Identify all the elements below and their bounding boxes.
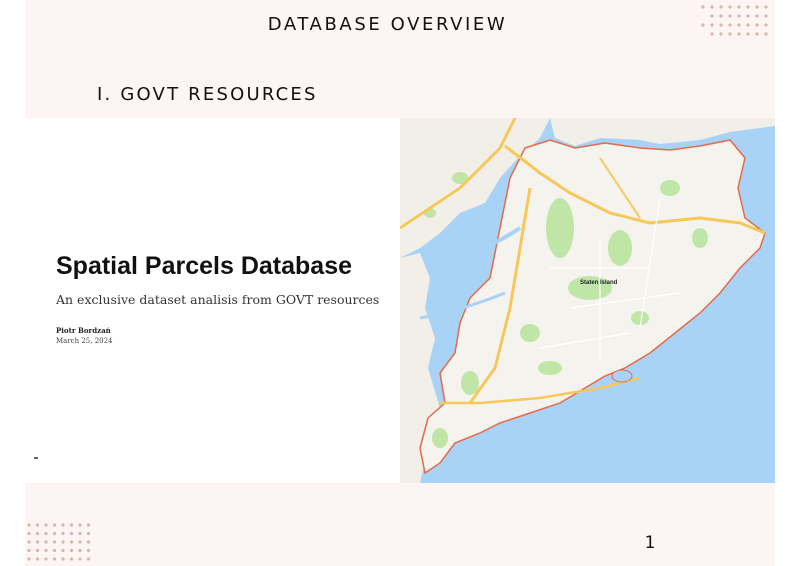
decorative-mark — [34, 457, 38, 459]
decorative-dot — [746, 5, 749, 8]
decorative-dot — [36, 549, 39, 552]
decorative-dot — [728, 5, 731, 8]
decorative-dot — [701, 5, 704, 8]
decorative-dot — [70, 532, 73, 535]
decorative-dot — [70, 549, 73, 552]
decorative-dot — [719, 23, 722, 26]
map-park — [538, 361, 562, 375]
decorative-dot — [746, 32, 749, 35]
map-harbor — [612, 370, 632, 382]
decorative-dot — [53, 532, 56, 535]
decorative-dot — [53, 523, 56, 526]
decorative-dot — [70, 540, 73, 543]
decorative-dot — [87, 523, 90, 526]
decorative-dot — [44, 557, 47, 560]
map-park — [520, 324, 540, 342]
map-park — [461, 371, 479, 395]
page-number: 1 — [640, 533, 660, 553]
decorative-dot — [44, 532, 47, 535]
decorative-dot — [78, 557, 81, 560]
page-title: DATABASE OVERVIEW — [25, 14, 750, 35]
document-subtitle: An exclusive dataset analisis from GOVT … — [56, 292, 379, 307]
decorative-dot — [719, 5, 722, 8]
decorative-dot — [70, 557, 73, 560]
decorative-dot — [755, 23, 758, 26]
decorative-dot — [70, 523, 73, 526]
decorative-dot — [719, 14, 722, 17]
decorative-dot — [61, 540, 64, 543]
decorative-dot — [728, 23, 731, 26]
map-park — [432, 428, 448, 448]
map-park — [608, 230, 632, 266]
document-author: Piotr Bordzań — [56, 326, 111, 335]
decorative-dot — [710, 5, 713, 8]
decorative-dot — [728, 32, 731, 35]
decorative-dot — [746, 14, 749, 17]
decorative-dot — [719, 32, 722, 35]
decorative-dot — [27, 523, 30, 526]
decorative-dot — [61, 557, 64, 560]
map-park — [660, 180, 680, 196]
decorative-dot — [44, 549, 47, 552]
decorative-dot — [87, 532, 90, 535]
decorative-dot — [746, 23, 749, 26]
decorative-dot — [44, 540, 47, 543]
decorative-dot — [737, 32, 740, 35]
document-date: March 25, 2024 — [56, 337, 113, 345]
decorative-dot — [764, 32, 767, 35]
decorative-dot — [27, 532, 30, 535]
decorative-dot — [61, 549, 64, 552]
decorative-dot — [701, 23, 704, 26]
decorative-dot — [44, 523, 47, 526]
decorative-dot — [78, 532, 81, 535]
section-title: I. GOVT RESOURCES — [97, 84, 318, 105]
map-image: Staten Island — [400, 118, 775, 483]
decorative-dot — [36, 532, 39, 535]
decorative-dot — [737, 14, 740, 17]
decorative-dot — [78, 549, 81, 552]
decorative-dot — [61, 532, 64, 535]
decorative-dot — [36, 557, 39, 560]
decorative-dot — [755, 14, 758, 17]
decorative-dot — [710, 23, 713, 26]
decorative-dot — [53, 549, 56, 552]
decorative-dot — [764, 14, 767, 17]
decorative-dot — [36, 540, 39, 543]
map-park — [631, 311, 649, 325]
map-place-label: Staten Island — [580, 280, 618, 286]
decorative-dot — [764, 23, 767, 26]
decorative-dot — [61, 523, 64, 526]
staten-island-map: Staten Island — [400, 118, 775, 483]
decorative-dot — [87, 557, 90, 560]
decorative-dots-top-right — [700, 4, 776, 38]
decorative-dots-bottom-left — [26, 522, 100, 566]
decorative-dot — [36, 523, 39, 526]
map-park — [692, 228, 708, 248]
document-title: Spatial Parcels Database — [56, 252, 352, 281]
decorative-dot — [764, 5, 767, 8]
decorative-dot — [27, 540, 30, 543]
map-park — [546, 198, 574, 258]
decorative-dot — [87, 549, 90, 552]
decorative-dot — [710, 32, 713, 35]
decorative-dot — [27, 549, 30, 552]
decorative-dot — [53, 557, 56, 560]
decorative-dot — [87, 540, 90, 543]
decorative-dot — [710, 14, 713, 17]
decorative-dot — [755, 5, 758, 8]
decorative-dot — [78, 523, 81, 526]
decorative-dot — [737, 5, 740, 8]
decorative-dot — [53, 540, 56, 543]
decorative-dot — [728, 14, 731, 17]
decorative-dot — [78, 540, 81, 543]
decorative-dot — [27, 557, 30, 560]
decorative-dot — [737, 23, 740, 26]
decorative-dot — [755, 32, 758, 35]
